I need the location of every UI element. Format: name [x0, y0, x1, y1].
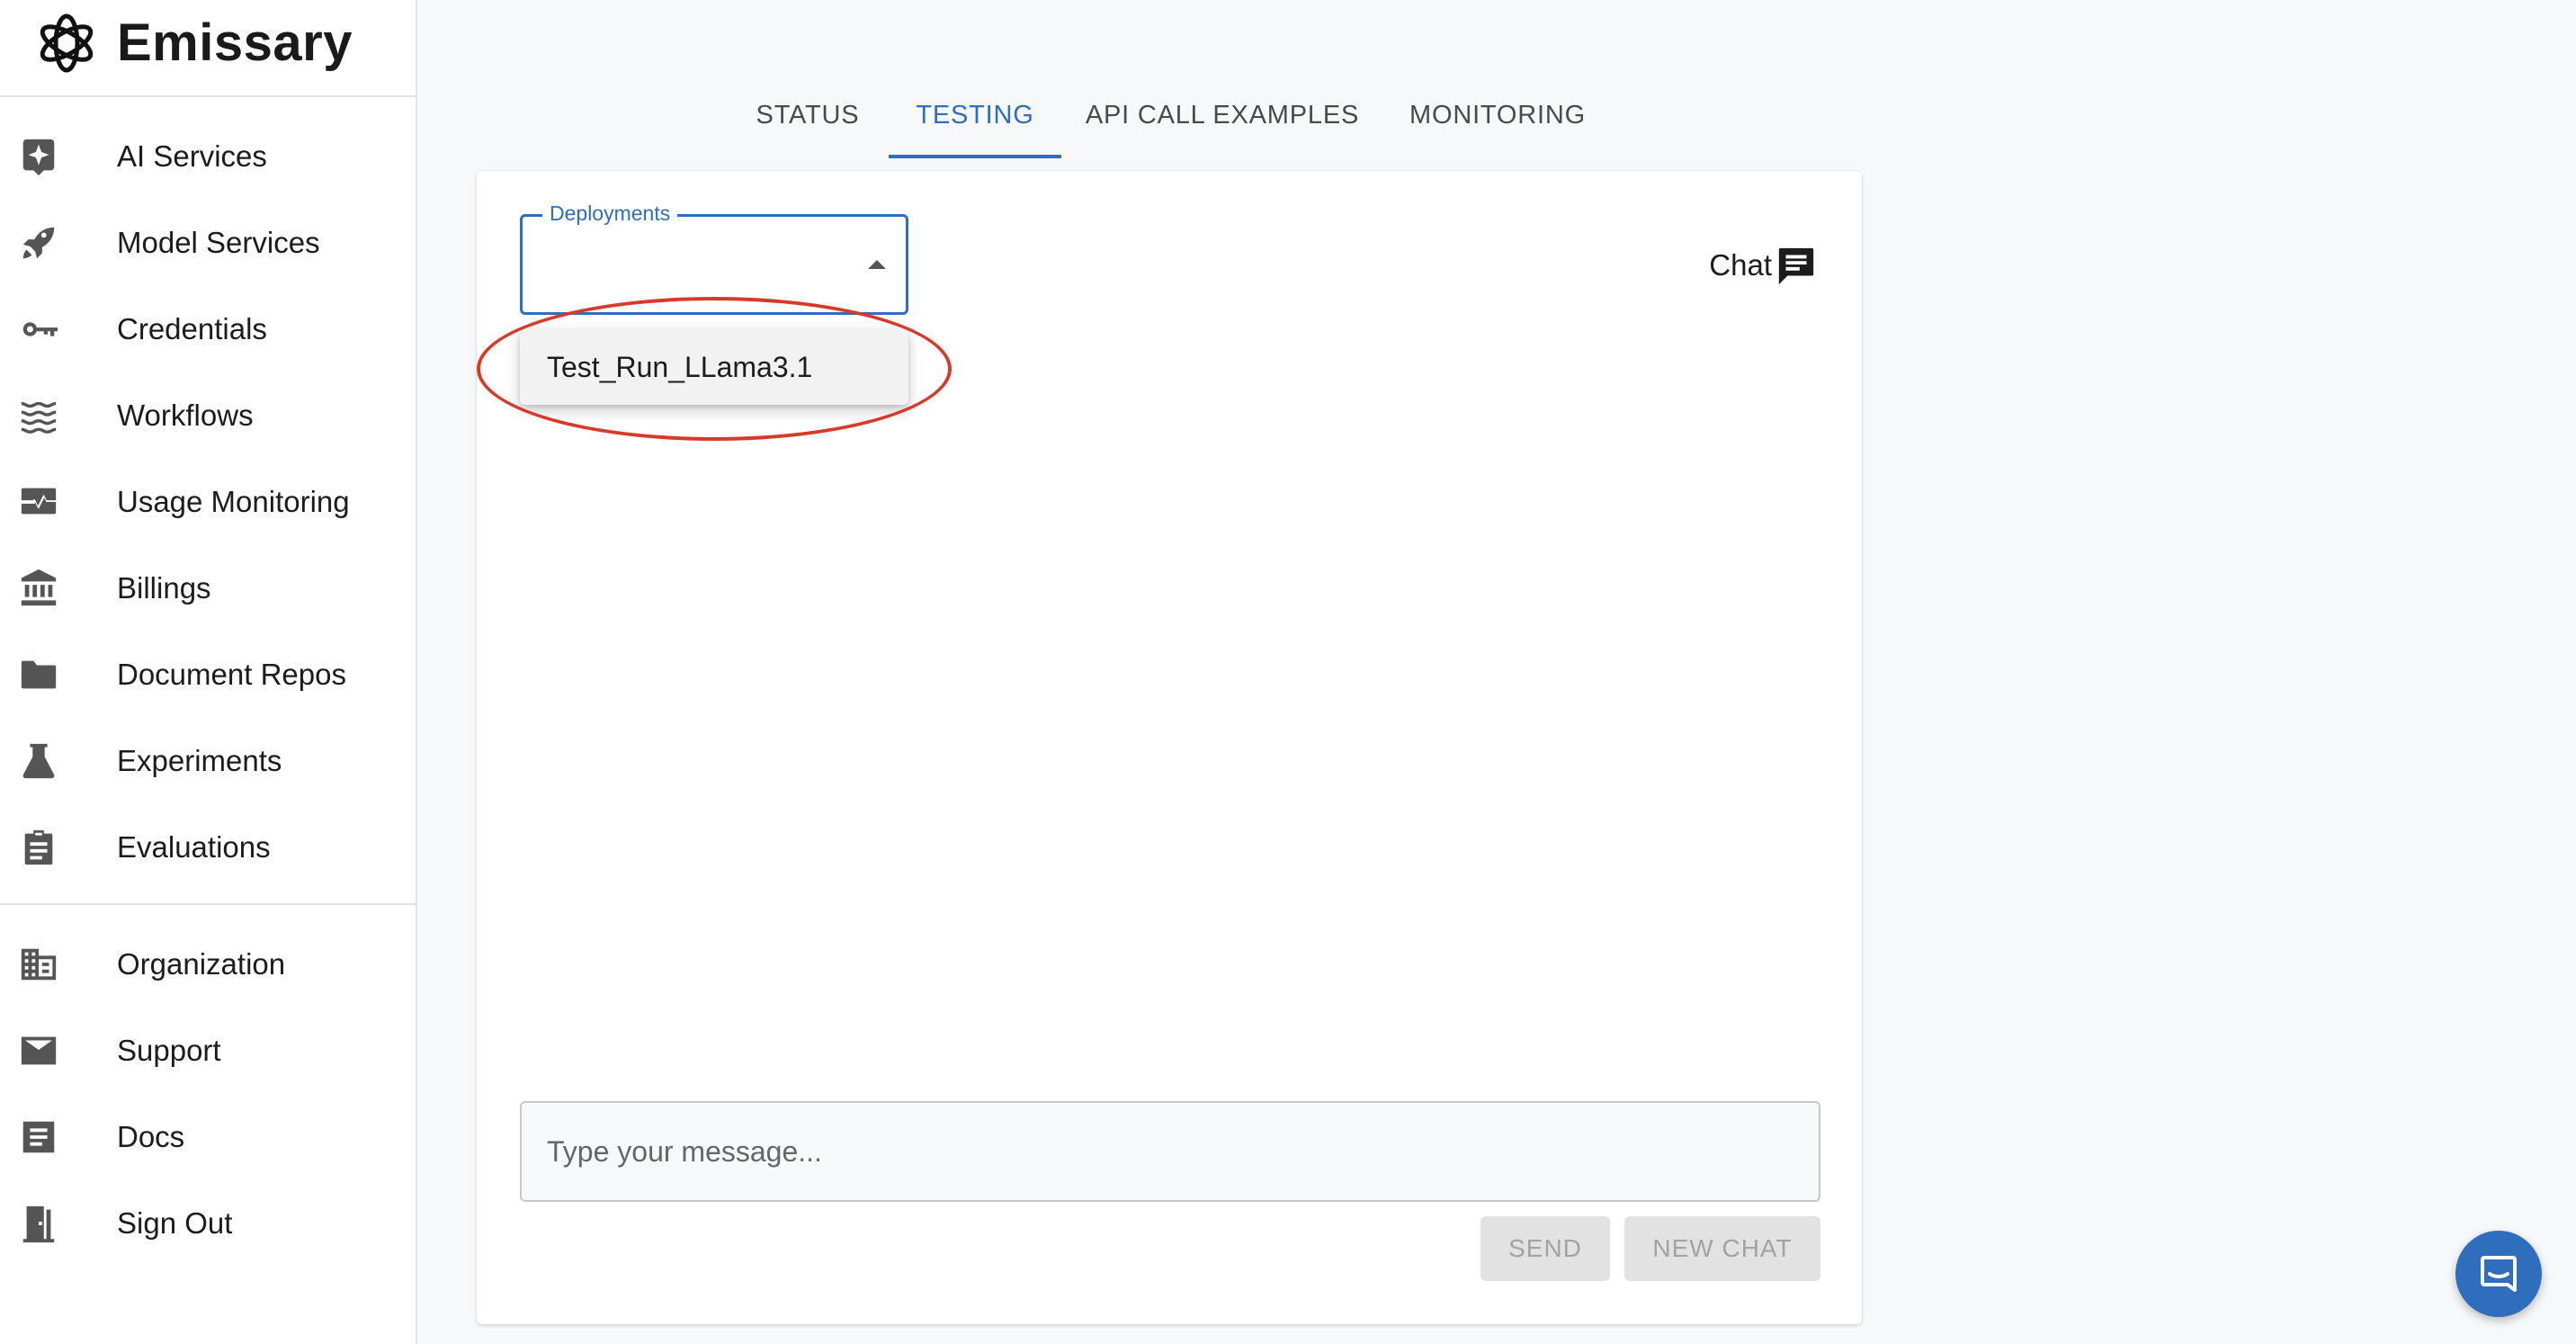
mail-icon	[21, 1036, 57, 1065]
tab-status[interactable]: STATUS	[739, 90, 876, 158]
sidebar-item-label: Experiments	[117, 744, 282, 777]
message-input[interactable]	[520, 1101, 1820, 1202]
sidebar-item-label: Workflows	[117, 399, 254, 432]
sidebar-item-usage-monitoring[interactable]: Usage Monitoring	[0, 461, 416, 542]
sidebar-item-label: Docs	[117, 1120, 185, 1153]
deployments-label: Deployments	[542, 202, 678, 226]
sidebar-item-label: Organization	[117, 947, 286, 981]
testing-panel: Deployments Test_Run_LLama3.1 Chat SEND …	[477, 171, 1862, 1324]
folder-icon	[21, 660, 57, 689]
sidebar-item-label: Model Services	[117, 226, 320, 259]
send-button[interactable]: SEND	[1480, 1216, 1610, 1281]
sidebar-item-billings[interactable]: Billings	[0, 548, 416, 629]
sidebar-divider	[0, 903, 416, 905]
tab-testing[interactable]: TESTING	[889, 90, 1061, 158]
sidebar-item-support[interactable]: Support	[0, 1010, 416, 1091]
sidebar-item-document-repos[interactable]: Document Repos	[0, 634, 416, 715]
brand-header[interactable]: Emissary	[0, 0, 416, 97]
bank-icon	[21, 569, 57, 606]
sidebar-item-model-services[interactable]: Model Services	[0, 202, 416, 283]
support-chat-button[interactable]	[2455, 1231, 2542, 1317]
deployments-dropdown-menu: Test_Run_LLama3.1	[520, 329, 908, 405]
sidebar-item-label: Credentials	[117, 312, 267, 345]
sidebar-item-label: Support	[117, 1034, 221, 1067]
chat-bubble-icon	[2481, 1256, 2517, 1292]
sidebar-item-label: Billings	[117, 571, 211, 605]
sidebar-item-evaluations[interactable]: Evaluations	[0, 807, 416, 888]
sidebar-item-label: Evaluations	[117, 830, 271, 864]
building-icon	[21, 948, 57, 981]
sidebar-item-label: Document Repos	[117, 658, 346, 691]
flask-icon	[22, 743, 55, 779]
deployments-select[interactable]: Deployments	[520, 202, 908, 315]
sparkle-badge-icon	[22, 139, 55, 176]
key-icon	[22, 322, 58, 336]
chat-icon	[1778, 247, 1814, 285]
new-chat-button[interactable]: NEW CHAT	[1624, 1216, 1820, 1281]
sidebar-item-sign-out[interactable]: Sign Out	[0, 1183, 416, 1264]
sidebar-item-label: Sign Out	[117, 1206, 233, 1240]
document-icon	[22, 1121, 55, 1153]
sidebar-item-ai-services[interactable]: AI Services	[0, 116, 416, 197]
sidebar-item-workflows[interactable]: Workflows	[0, 375, 416, 456]
sidebar: Emissary AI Services Model Services Cred…	[0, 0, 417, 1344]
sidebar-item-experiments[interactable]: Experiments	[0, 721, 416, 802]
dropdown-option[interactable]: Test_Run_LLama3.1	[520, 329, 908, 405]
monitor-heart-icon	[21, 488, 57, 515]
chevron-up-icon	[868, 260, 886, 269]
sidebar-item-docs[interactable]: Docs	[0, 1097, 416, 1178]
rocket-icon	[22, 227, 55, 259]
sidebar-item-label: Usage Monitoring	[117, 485, 350, 518]
emissary-logo-icon	[40, 13, 94, 73]
app-name: Emissary	[117, 13, 353, 72]
tab-api-call-examples[interactable]: API CALL EXAMPLES	[1074, 90, 1371, 158]
door-exit-icon	[22, 1205, 55, 1243]
sidebar-item-label: AI Services	[117, 139, 267, 173]
chat-label: Chat	[1709, 248, 1772, 282]
tab-monitoring[interactable]: MONITORING	[1385, 90, 1610, 158]
clipboard-icon	[24, 829, 53, 865]
sidebar-item-organization[interactable]: Organization	[0, 924, 416, 1005]
sidebar-item-credentials[interactable]: Credentials	[0, 289, 416, 370]
waves-icon	[21, 401, 57, 434]
